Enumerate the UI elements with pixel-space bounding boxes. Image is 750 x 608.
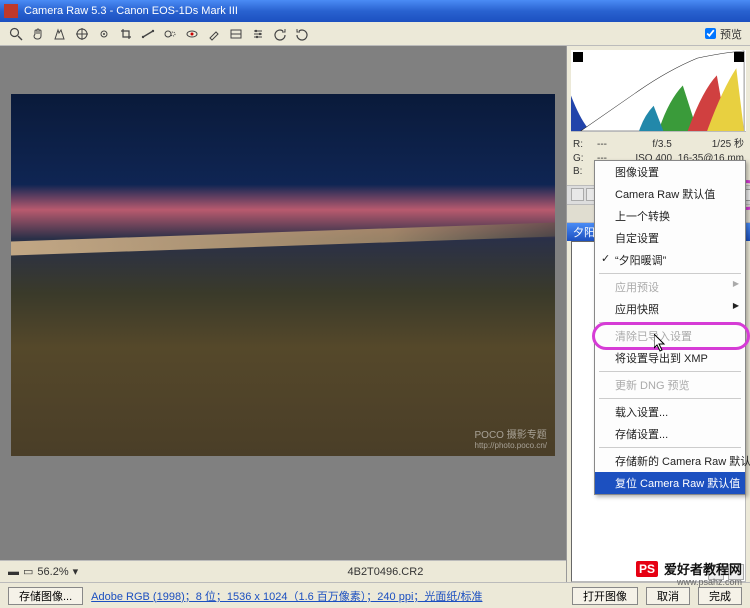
menu-item[interactable]: 应用快照▶	[595, 298, 745, 320]
menu-item[interactable]: 自定设置	[595, 227, 745, 249]
site-watermark: PS 爱好者教程网 www.psahz.com	[636, 559, 742, 578]
preview-checkbox[interactable]	[705, 28, 716, 39]
zoom-tool-icon[interactable]	[8, 26, 24, 42]
histogram[interactable]	[571, 50, 746, 132]
menu-item: 更新 DNG 预览	[595, 374, 745, 396]
toolbar: 预览	[0, 22, 750, 46]
hand-tool-icon[interactable]	[30, 26, 46, 42]
done-button[interactable]: 完成	[698, 587, 742, 605]
zoom-value: 56.2%	[37, 566, 68, 578]
settings-context-menu: 图像设置Camera Raw 默认值上一个转换自定设置“夕阳暖调”✓ 应用预设▶应…	[594, 160, 746, 495]
filename-label: 4B2T0496.CR2	[347, 566, 423, 578]
graduated-filter-tool-icon[interactable]	[228, 26, 244, 42]
menu-item[interactable]: “夕阳暖调”✓	[595, 249, 745, 271]
white-balance-tool-icon[interactable]	[52, 26, 68, 42]
image-canvas-wrap: POCO 摄影专题 http://photo.poco.cn/	[0, 46, 566, 504]
preview-label: 预览	[720, 26, 742, 42]
menu-item: 清除已导入设置	[595, 325, 745, 347]
menu-item: 应用预设▶	[595, 276, 745, 298]
shadow-clip-icon[interactable]	[573, 52, 583, 62]
red-eye-tool-icon[interactable]	[184, 26, 200, 42]
window-title-bar: Camera Raw 5.3 - Canon EOS-1Ds Mark III	[0, 0, 750, 22]
rotate-ccw-icon[interactable]	[272, 26, 288, 42]
cancel-button[interactable]: 取消	[646, 587, 690, 605]
workflow-link[interactable]: Adobe RGB (1998)；8 位；1536 x 1024（1.6 百万像…	[91, 588, 482, 604]
zoom-control[interactable]: ▬▭ 56.2% ▾	[8, 565, 78, 578]
window-title: Camera Raw 5.3 - Canon EOS-1Ds Mark III	[24, 5, 238, 17]
image-preview[interactable]: POCO 摄影专题 http://photo.poco.cn/	[11, 94, 555, 456]
menu-item[interactable]: Camera Raw 默认值	[595, 183, 745, 205]
poco-watermark: POCO 摄影专题 http://photo.poco.cn/	[475, 426, 548, 450]
bottom-bar: 存储图像... Adobe RGB (1998)；8 位；1536 x 1024…	[0, 582, 750, 608]
menu-item[interactable]: 复位 Camera Raw 默认值	[595, 472, 745, 494]
adjustment-brush-tool-icon[interactable]	[206, 26, 222, 42]
menu-item[interactable]: 存储新的 Camera Raw 默认值	[595, 450, 745, 472]
status-bar: ▬▭ 56.2% ▾ 4B2T0496.CR2	[0, 560, 566, 582]
save-image-button[interactable]: 存储图像...	[8, 587, 83, 605]
color-sampler-tool-icon[interactable]	[74, 26, 90, 42]
preferences-icon[interactable]	[250, 26, 266, 42]
target-adjust-tool-icon[interactable]	[96, 26, 112, 42]
crop-tool-icon[interactable]	[118, 26, 134, 42]
menu-item[interactable]: 存储设置...	[595, 423, 745, 445]
spot-removal-tool-icon[interactable]	[162, 26, 178, 42]
tab-basic-icon[interactable]	[571, 188, 584, 201]
open-image-button[interactable]: 打开图像	[572, 587, 638, 605]
menu-item[interactable]: 将设置导出到 XMP	[595, 347, 745, 369]
menu-item[interactable]: 载入设置...	[595, 401, 745, 423]
app-icon	[4, 4, 18, 18]
straighten-tool-icon[interactable]	[140, 26, 156, 42]
preview-toggle[interactable]: 预览	[705, 26, 742, 42]
menu-item[interactable]: 上一个转换	[595, 205, 745, 227]
highlight-clip-icon[interactable]	[734, 52, 744, 62]
rotate-cw-icon[interactable]	[294, 26, 310, 42]
menu-item[interactable]: 图像设置	[595, 161, 745, 183]
